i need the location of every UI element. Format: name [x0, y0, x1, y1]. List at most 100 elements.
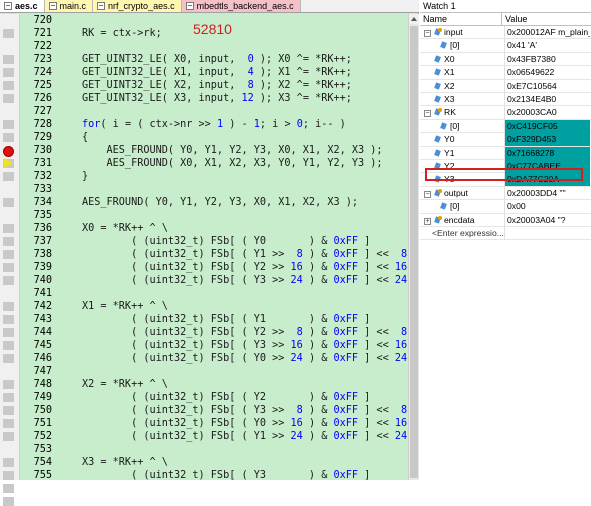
- executable-line-marker[interactable]: [3, 276, 14, 285]
- code-line[interactable]: 738 ( (uint32_t) FSb[ ( Y1 >> 8 ) & 0xFF…: [20, 248, 408, 261]
- tab-main-c[interactable]: main.c: [44, 0, 94, 12]
- code-editor[interactable]: aes.c main.c nrf_crypto_aes.c mbedtls_backe…: [0, 0, 419, 506]
- executable-line-marker[interactable]: [3, 250, 14, 259]
- executable-line-marker[interactable]: [3, 341, 14, 350]
- code-line[interactable]: 732}: [20, 170, 408, 183]
- code-line[interactable]: 746 ( (uint32_t) FSb[ ( Y0 >> 24 ) & 0xF…: [20, 352, 408, 365]
- executable-line-marker[interactable]: [3, 302, 14, 311]
- watch-value[interactable]: 0x71668278: [504, 146, 590, 160]
- code-line[interactable]: 734 AES_FROUND( Y0, Y1, Y2, Y3, X0, X1, X…: [20, 196, 408, 209]
- executable-line-marker[interactable]: [3, 354, 14, 363]
- watch-value[interactable]: 0x00: [504, 200, 590, 214]
- executable-line-marker[interactable]: [3, 406, 14, 415]
- code-line[interactable]: 753: [20, 443, 408, 456]
- executable-line-marker[interactable]: [3, 68, 14, 77]
- watch-value[interactable]: 0xF329D453: [504, 133, 590, 147]
- executable-line-marker[interactable]: [3, 380, 14, 389]
- code-line[interactable]: 740 ( (uint32_t) FSb[ ( Y3 >> 24 ) & 0xF…: [20, 274, 408, 287]
- name-column-header[interactable]: Name: [420, 13, 502, 25]
- code-line[interactable]: 748 X2 = *RK++ ^ \: [20, 378, 408, 391]
- collapse-icon[interactable]: −: [424, 30, 431, 37]
- executable-line-marker[interactable]: [3, 419, 14, 428]
- code-line[interactable]: 737 ( (uint32_t) FSb[ ( Y0 ) & 0xFF ] ) …: [20, 235, 408, 248]
- executable-line-marker[interactable]: [3, 55, 14, 64]
- watch-row[interactable]: X1 0x06549622: [420, 66, 591, 80]
- code-line[interactable]: 754 X3 = *RK++ ^ \: [20, 456, 408, 469]
- watch-row[interactable]: [0] 0x41 'A': [420, 39, 591, 53]
- watch-row[interactable]: − RK 0x20003CA0: [420, 106, 591, 120]
- code-line[interactable]: 728 for( i = ( ctx->nr >> 1 ) - 1; i > 0;…: [20, 118, 408, 131]
- watch-row[interactable]: [0] 0xC419CF05: [420, 119, 591, 134]
- watch-row[interactable]: − output 0x20003DD4 "": [420, 186, 591, 201]
- code-line[interactable]: 744 ( (uint32_t) FSb[ ( Y2 >> 8 ) & 0xFF…: [20, 326, 408, 339]
- code-line[interactable]: 742 X1 = *RK++ ^ \: [20, 300, 408, 313]
- watch-value[interactable]: 0x06549622: [504, 66, 590, 80]
- watch-row[interactable]: Y3 0xDA77C20A: [420, 173, 591, 187]
- code-line[interactable]: 724 GET_UINT32_LE( X1, input, 4 ); X1 ^= …: [20, 66, 408, 79]
- watch-value[interactable]: 0x2134E4B0: [504, 93, 590, 106]
- code-line[interactable]: 745 ( (uint32_t) FSb[ ( Y3 >> 16 ) & 0xF…: [20, 339, 408, 352]
- executable-line-marker[interactable]: [3, 484, 14, 493]
- executable-line-marker[interactable]: [3, 29, 14, 38]
- watch-value[interactable]: 0x43FB7380: [504, 52, 590, 66]
- code-line[interactable]: 730 AES_FROUND( Y0, Y1, Y2, Y3, X0, X1, …: [20, 144, 408, 157]
- breakpoint-icon[interactable]: [3, 146, 14, 157]
- watch-row[interactable]: <Enter expressio...: [420, 227, 591, 241]
- executable-line-marker[interactable]: [3, 458, 14, 467]
- watch-value[interactable]: 0x41 'A': [504, 39, 590, 53]
- code-line[interactable]: 741: [20, 287, 408, 300]
- watch-row[interactable]: Y0 0xF329D453: [420, 133, 591, 147]
- code-line[interactable]: 722: [20, 40, 408, 53]
- code-line[interactable]: 723 GET_UINT32_LE( X0, input, 0 ); X0 ^= …: [20, 53, 408, 66]
- executable-line-marker[interactable]: [3, 224, 14, 233]
- code-line[interactable]: 749 ( (uint32_t) FSb[ ( Y2 ) & 0xFF ] ) …: [20, 391, 408, 404]
- watch-value[interactable]: 0xC419CF05: [504, 119, 590, 133]
- watch-value[interactable]: 0x20003CA0: [504, 106, 590, 120]
- editor-vertical-scrollbar[interactable]: [408, 14, 419, 480]
- executable-line-marker[interactable]: [3, 393, 14, 402]
- executable-line-marker[interactable]: [3, 497, 14, 506]
- executable-line-marker[interactable]: [3, 120, 14, 129]
- code-line[interactable]: 739 ( (uint32_t) FSb[ ( Y2 >> 16 ) & 0xF…: [20, 261, 408, 274]
- executable-line-marker[interactable]: [3, 81, 14, 90]
- watch-value[interactable]: 0xC77CABEE: [504, 160, 590, 173]
- executable-line-marker[interactable]: [3, 315, 14, 324]
- code-line[interactable]: 725 GET_UINT32_LE( X2, input, 8 ); X2 ^= …: [20, 79, 408, 92]
- executable-line-marker[interactable]: [3, 133, 14, 142]
- executable-line-marker[interactable]: [3, 471, 14, 480]
- executable-line-marker[interactable]: [3, 198, 14, 207]
- code-line[interactable]: 751 ( (uint32_t) FSb[ ( Y0 >> 16 ) & 0xF…: [20, 417, 408, 430]
- code-line[interactable]: 755 ( (uint32_t) FSb[ ( Y3 ) & 0xFF ] ) …: [20, 469, 408, 480]
- collapse-icon[interactable]: −: [424, 190, 431, 198]
- code-line[interactable]: 729 {: [20, 131, 408, 144]
- code-line[interactable]: 733: [20, 183, 408, 196]
- code-line[interactable]: 726 GET_UINT32_LE( X3, input, 12 ); X3 ^=…: [20, 92, 408, 105]
- watch-row[interactable]: Y1 0x71668278: [420, 146, 591, 160]
- executable-line-marker[interactable]: [3, 263, 14, 272]
- tab-nrf-crypto-aes-c[interactable]: nrf_crypto_aes.c: [93, 0, 182, 12]
- scroll-up-icon[interactable]: [409, 14, 419, 24]
- watch-value[interactable]: 0x200012AF m_plain_t...: [504, 26, 590, 39]
- watch-row[interactable]: X2 0xE7C10564: [420, 79, 591, 93]
- watch-value[interactable]: 0xE7C10564: [504, 79, 590, 93]
- watch-row[interactable]: − input 0x200012AF m_plain_t...: [420, 26, 591, 40]
- watch-row[interactable]: + encdata 0x20003A04 "?: [420, 213, 591, 227]
- code-line[interactable]: 727: [20, 105, 408, 118]
- code-line[interactable]: 735: [20, 209, 408, 222]
- watch-value[interactable]: 0x20003DD4 "": [504, 186, 590, 200]
- code-line[interactable]: 731 AES_FROUND( X0, X1, X2, X3, Y0, Y1, …: [20, 157, 408, 170]
- collapse-icon[interactable]: −: [424, 110, 431, 118]
- executable-line-marker[interactable]: [3, 172, 14, 181]
- editor-gutter[interactable]: [0, 14, 20, 506]
- code-line[interactable]: 752 ( (uint32_t) FSb[ ( Y1 >> 24 ) & 0xF…: [20, 430, 408, 443]
- code-line[interactable]: 747: [20, 365, 408, 378]
- watch-row[interactable]: Y2 0xC77CABEE: [420, 160, 591, 174]
- executable-line-marker[interactable]: [3, 237, 14, 246]
- code-line[interactable]: 736 X0 = *RK++ ^ \: [20, 222, 408, 235]
- scrollbar-thumb[interactable]: [410, 26, 418, 478]
- code-lines[interactable]: 720 721 RK = ctx->rk; 722 723 GET_UINT32_LE( …: [20, 14, 408, 480]
- tab-aes-c[interactable]: aes.c: [0, 0, 45, 12]
- executable-line-marker[interactable]: [3, 94, 14, 103]
- watch-row[interactable]: X0 0x43FB7380: [420, 52, 591, 67]
- watch-value[interactable]: 0x20003A04 "?: [504, 213, 590, 227]
